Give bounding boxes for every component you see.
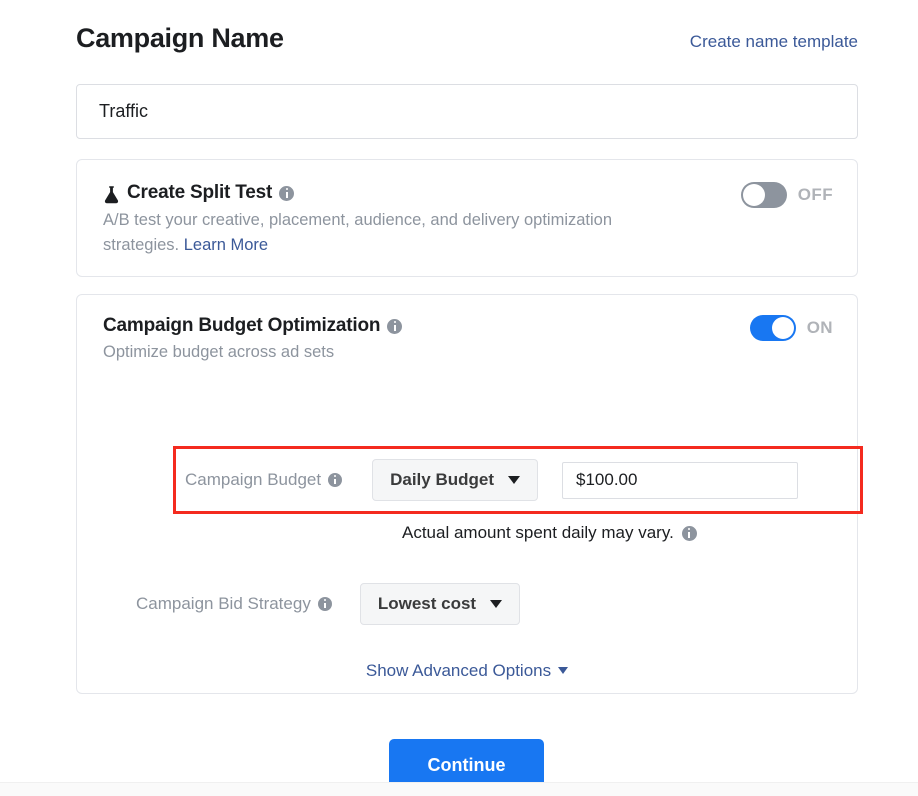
campaign-bid-strategy-row: Campaign Bid Strategy Lowest cost — [136, 583, 520, 625]
split-test-header: Create Split Test — [103, 182, 833, 204]
cbo-toggle-switch[interactable] — [750, 315, 796, 341]
cbo-header: Campaign Budget Optimization — [103, 315, 833, 337]
show-advanced-options-label: Show Advanced Options — [366, 661, 551, 680]
budget-note-text: Actual amount spent daily may vary. — [402, 523, 674, 543]
split-test-description: A/B test your creative, placement, audie… — [103, 208, 663, 258]
bid-strategy-label-group: Campaign Bid Strategy — [136, 594, 332, 614]
split-test-toggle[interactable]: OFF — [741, 182, 833, 208]
budget-type-dropdown-label: Daily Budget — [390, 470, 494, 490]
create-split-test-card: Create Split Test A/B test your creative… — [76, 159, 858, 277]
budget-type-dropdown[interactable]: Daily Budget — [372, 459, 538, 501]
cbo-content: Campaign Budget Optimization Optimize bu… — [77, 295, 857, 693]
chevron-down-icon — [508, 476, 520, 484]
budget-amount-input[interactable]: $100.00 — [562, 462, 798, 499]
show-advanced-options-link[interactable]: Show Advanced Options — [77, 661, 857, 681]
chevron-down-icon — [558, 667, 568, 674]
split-test-toggle-switch[interactable] — [741, 182, 787, 208]
cbo-toggle-label: ON — [807, 318, 833, 338]
budget-note: Actual amount spent daily may vary. — [402, 523, 697, 543]
toggle-knob — [772, 317, 794, 339]
bid-strategy-label: Campaign Bid Strategy — [136, 594, 311, 614]
campaign-budget-optimization-card: Campaign Budget Optimization Optimize bu… — [76, 294, 858, 694]
ad-campaign-setup-page: Campaign Name Create name template Traff… — [0, 0, 918, 796]
split-test-toggle-label: OFF — [798, 185, 833, 205]
toggle-knob — [743, 184, 765, 206]
create-name-template-link[interactable]: Create name template — [690, 31, 858, 53]
split-test-content: Create Split Test A/B test your creative… — [77, 160, 857, 276]
chevron-down-icon — [490, 600, 502, 608]
cbo-toggle[interactable]: ON — [750, 315, 833, 341]
campaign-budget-label-group: Campaign Budget — [185, 470, 342, 490]
page-title: Campaign Name — [76, 22, 284, 54]
flask-icon — [103, 185, 120, 204]
split-test-info-icon[interactable] — [279, 186, 294, 201]
split-test-learn-more-link[interactable]: Learn More — [184, 236, 268, 254]
campaign-budget-info-icon[interactable] — [328, 473, 342, 487]
cbo-description: Optimize budget across ad sets — [103, 340, 833, 364]
campaign-budget-row: Campaign Budget Daily Budget $100.00 — [185, 455, 855, 505]
split-test-description-text: A/B test your creative, placement, audie… — [103, 211, 612, 254]
bid-strategy-dropdown[interactable]: Lowest cost — [360, 583, 520, 625]
page-header: Campaign Name Create name template — [76, 22, 858, 66]
cbo-info-icon[interactable] — [387, 319, 402, 334]
page-bottom-band — [0, 782, 918, 796]
bid-strategy-dropdown-label: Lowest cost — [378, 594, 476, 614]
budget-note-info-icon[interactable] — [682, 526, 697, 541]
campaign-name-input[interactable]: Traffic — [76, 84, 858, 139]
campaign-budget-label: Campaign Budget — [185, 470, 321, 490]
cbo-title-text: Campaign Budget Optimization — [103, 315, 380, 337]
split-test-title: Create Split Test — [127, 182, 272, 204]
bid-strategy-info-icon[interactable] — [318, 597, 332, 611]
